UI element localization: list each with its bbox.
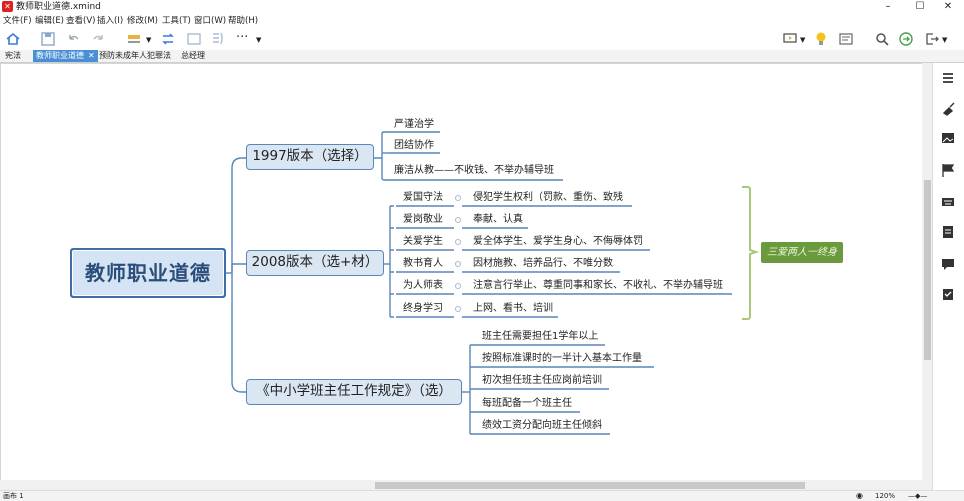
subtopic-key[interactable]: 关爱学生 bbox=[403, 235, 443, 249]
topic-2008-version[interactable]: 2008版本（选+材） bbox=[246, 250, 384, 276]
subtopic[interactable]: 初次担任班主任应岗前培训 bbox=[482, 374, 602, 388]
image-icon[interactable] bbox=[940, 130, 956, 146]
subtopic-key[interactable]: 爱岗敬业 bbox=[403, 213, 443, 227]
flag-icon[interactable] bbox=[940, 162, 956, 178]
right-side-panel bbox=[932, 63, 964, 490]
subtopic-value[interactable]: 侵犯学生权利（罚款、重伤、致残 bbox=[473, 191, 623, 205]
subtopic-value[interactable]: 上网、看书、培训 bbox=[473, 302, 553, 316]
keyboard-icon[interactable] bbox=[940, 194, 956, 210]
subtopic-value[interactable]: 注意言行举止、尊重同事和家长、不收礼、不举办辅导班 bbox=[473, 279, 723, 293]
topic-1997-version[interactable]: 1997版本（选择） bbox=[246, 144, 374, 170]
subtopic[interactable]: 团结协作 bbox=[394, 139, 434, 153]
horizontal-scroll-thumb[interactable] bbox=[375, 482, 805, 489]
status-bar: 画布 1 ◉ 120% —◆— bbox=[0, 490, 964, 501]
subtopic[interactable]: 按照标准课时的一半计入基本工作量 bbox=[482, 352, 642, 366]
subtopic-key[interactable]: 爱国守法 bbox=[403, 191, 443, 205]
subtopic-key[interactable]: 终身学习 bbox=[403, 302, 443, 316]
subtopic[interactable]: 廉洁从教——不收钱、不举办辅导班 bbox=[394, 164, 554, 178]
subtopic-key[interactable]: 教书育人 bbox=[403, 257, 443, 271]
subtopic-value[interactable]: 因材施教、培养品行、不唯分数 bbox=[473, 257, 613, 271]
notes-icon[interactable] bbox=[940, 224, 956, 240]
subtopic[interactable]: 绩效工资分配向班主任倾斜 bbox=[482, 419, 602, 433]
subtopic[interactable]: 每班配备一个班主任 bbox=[482, 397, 572, 411]
subtopic[interactable]: 严谨治学 bbox=[394, 118, 434, 132]
subtopic-value[interactable]: 奉献、认真 bbox=[473, 213, 523, 227]
format-icon[interactable] bbox=[940, 70, 956, 86]
brush-icon[interactable] bbox=[940, 100, 956, 116]
subtopic[interactable]: 班主任需要担任1学年以上 bbox=[482, 330, 598, 344]
central-topic[interactable]: 教师职业道德 bbox=[70, 248, 226, 298]
comment-icon[interactable] bbox=[940, 256, 956, 272]
task-icon[interactable] bbox=[940, 286, 956, 302]
topic-class-teacher-rules[interactable]: 《中小学班主任工作规定》（选） bbox=[246, 379, 462, 405]
subtopic-key[interactable]: 为人师表 bbox=[403, 279, 443, 293]
subtopic-value[interactable]: 爱全体学生、爱学生身心、不侮辱体罚 bbox=[473, 235, 643, 249]
summary-topic[interactable]: 三爱两人一终身 bbox=[761, 242, 843, 263]
vertical-scroll-thumb[interactable] bbox=[924, 180, 931, 360]
